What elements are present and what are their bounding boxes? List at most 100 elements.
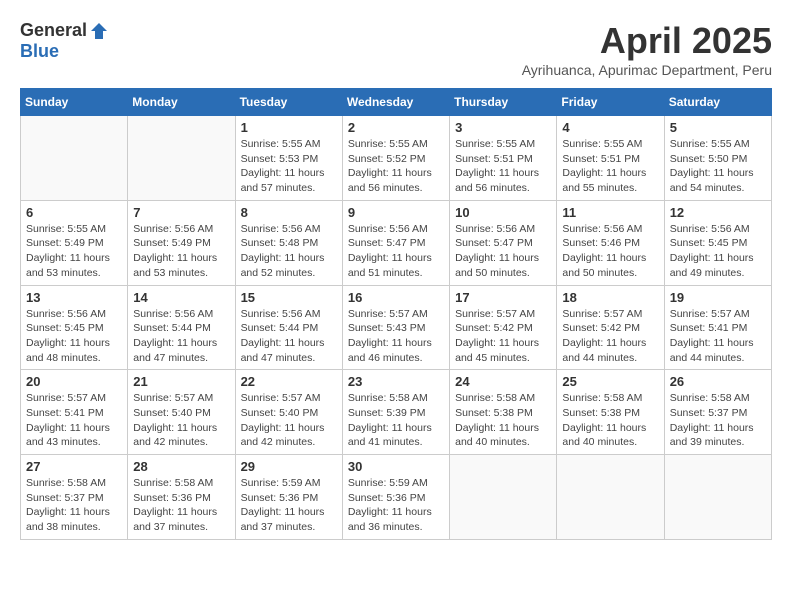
day-number: 21 — [133, 374, 229, 389]
calendar-cell — [664, 455, 771, 540]
calendar-cell: 1 Sunrise: 5:55 AMSunset: 5:53 PMDaylight… — [235, 116, 342, 201]
calendar-cell: 8 Sunrise: 5:56 AMSunset: 5:48 PMDaylight… — [235, 200, 342, 285]
day-info: Sunrise: 5:56 AMSunset: 5:44 PMDaylight:… — [133, 307, 229, 366]
day-number: 4 — [562, 120, 658, 135]
day-of-week-header: Saturday — [664, 89, 771, 116]
day-info: Sunrise: 5:59 AMSunset: 5:36 PMDaylight:… — [241, 476, 337, 535]
calendar-cell: 22 Sunrise: 5:57 AMSunset: 5:40 PMDayligh… — [235, 370, 342, 455]
calendar-header-row: SundayMondayTuesdayWednesdayThursdayFrid… — [21, 89, 772, 116]
calendar-cell: 9 Sunrise: 5:56 AMSunset: 5:47 PMDaylight… — [342, 200, 449, 285]
calendar-cell: 13Sunrise: 5:56 AMSunset: 5:45 PMDayligh… — [21, 285, 128, 370]
day-number: 24 — [455, 374, 551, 389]
title-block: April 2025 Ayrihuanca, Apurimac Departme… — [522, 20, 772, 78]
calendar-cell: 17 Sunrise: 5:57 AMSunset: 5:42 PMDayligh… — [450, 285, 557, 370]
calendar-cell: 10 Sunrise: 5:56 AMSunset: 5:47 PMDayligh… — [450, 200, 557, 285]
day-info: Sunrise: 5:58 AMSunset: 5:37 PMDaylight:… — [670, 391, 766, 450]
logo-blue-text: Blue — [20, 41, 59, 62]
day-number: 16 — [348, 290, 444, 305]
calendar-cell: 29 Sunrise: 5:59 AMSunset: 5:36 PMDayligh… — [235, 455, 342, 540]
day-number: 5 — [670, 120, 766, 135]
day-info: Sunrise: 5:57 AMSunset: 5:42 PMDaylight:… — [455, 307, 551, 366]
day-number: 18 — [562, 290, 658, 305]
day-number: 10 — [455, 205, 551, 220]
day-info: Sunrise: 5:59 AMSunset: 5:36 PMDaylight:… — [348, 476, 444, 535]
calendar-cell — [21, 116, 128, 201]
day-info: Sunrise: 5:58 AMSunset: 5:38 PMDaylight:… — [562, 391, 658, 450]
calendar-week-row: 20 Sunrise: 5:57 AMSunset: 5:41 PMDayligh… — [21, 370, 772, 455]
day-number: 22 — [241, 374, 337, 389]
day-info: Sunrise: 5:57 AMSunset: 5:42 PMDaylight:… — [562, 307, 658, 366]
calendar-cell: 28 Sunrise: 5:58 AMSunset: 5:36 PMDayligh… — [128, 455, 235, 540]
day-number: 8 — [241, 205, 337, 220]
day-info: Sunrise: 5:56 AMSunset: 5:45 PMDaylight:… — [26, 307, 122, 366]
calendar-cell: 6 Sunrise: 5:55 AMSunset: 5:49 PMDaylight… — [21, 200, 128, 285]
calendar-cell: 2 Sunrise: 5:55 AMSunset: 5:52 PMDaylight… — [342, 116, 449, 201]
day-info: Sunrise: 5:56 AMSunset: 5:47 PMDaylight:… — [348, 222, 444, 281]
page-header: General Blue April 2025 Ayrihuanca, Apur… — [20, 20, 772, 78]
location-text: Ayrihuanca, Apurimac Department, Peru — [522, 62, 772, 78]
calendar-cell: 3Sunrise: 5:55 AMSunset: 5:51 PMDaylight… — [450, 116, 557, 201]
day-info: Sunrise: 5:55 AMSunset: 5:50 PMDaylight:… — [670, 137, 766, 196]
day-of-week-header: Monday — [128, 89, 235, 116]
calendar-week-row: 27 Sunrise: 5:58 AMSunset: 5:37 PMDayligh… — [21, 455, 772, 540]
calendar-cell — [450, 455, 557, 540]
day-number: 3 — [455, 120, 551, 135]
day-info: Sunrise: 5:55 AMSunset: 5:51 PMDaylight:… — [562, 137, 658, 196]
day-number: 26 — [670, 374, 766, 389]
calendar-cell: 4 Sunrise: 5:55 AMSunset: 5:51 PMDaylight… — [557, 116, 664, 201]
day-info: Sunrise: 5:56 AMSunset: 5:49 PMDaylight:… — [133, 222, 229, 281]
calendar-cell: 23Sunrise: 5:58 AMSunset: 5:39 PMDayligh… — [342, 370, 449, 455]
day-info: Sunrise: 5:57 AMSunset: 5:40 PMDaylight:… — [241, 391, 337, 450]
day-info: Sunrise: 5:57 AMSunset: 5:41 PMDaylight:… — [26, 391, 122, 450]
day-number: 27 — [26, 459, 122, 474]
calendar-cell — [557, 455, 664, 540]
calendar-week-row: 13Sunrise: 5:56 AMSunset: 5:45 PMDayligh… — [21, 285, 772, 370]
month-title: April 2025 — [522, 20, 772, 62]
day-number: 2 — [348, 120, 444, 135]
day-info: Sunrise: 5:58 AMSunset: 5:36 PMDaylight:… — [133, 476, 229, 535]
calendar-week-row: 6 Sunrise: 5:55 AMSunset: 5:49 PMDaylight… — [21, 200, 772, 285]
calendar-table: SundayMondayTuesdayWednesdayThursdayFrid… — [20, 88, 772, 540]
day-number: 1 — [241, 120, 337, 135]
day-info: Sunrise: 5:56 AMSunset: 5:45 PMDaylight:… — [670, 222, 766, 281]
day-number: 29 — [241, 459, 337, 474]
day-number: 20 — [26, 374, 122, 389]
day-info: Sunrise: 5:55 AMSunset: 5:52 PMDaylight:… — [348, 137, 444, 196]
day-info: Sunrise: 5:57 AMSunset: 5:40 PMDaylight:… — [133, 391, 229, 450]
day-of-week-header: Thursday — [450, 89, 557, 116]
calendar-cell: 16Sunrise: 5:57 AMSunset: 5:43 PMDayligh… — [342, 285, 449, 370]
day-info: Sunrise: 5:56 AMSunset: 5:47 PMDaylight:… — [455, 222, 551, 281]
day-info: Sunrise: 5:58 AMSunset: 5:38 PMDaylight:… — [455, 391, 551, 450]
calendar-cell: 18 Sunrise: 5:57 AMSunset: 5:42 PMDayligh… — [557, 285, 664, 370]
calendar-cell: 7Sunrise: 5:56 AMSunset: 5:49 PMDaylight… — [128, 200, 235, 285]
day-number: 28 — [133, 459, 229, 474]
day-info: Sunrise: 5:57 AMSunset: 5:41 PMDaylight:… — [670, 307, 766, 366]
day-number: 25 — [562, 374, 658, 389]
calendar-cell: 12Sunrise: 5:56 AMSunset: 5:45 PMDayligh… — [664, 200, 771, 285]
day-info: Sunrise: 5:56 AMSunset: 5:46 PMDaylight:… — [562, 222, 658, 281]
day-number: 19 — [670, 290, 766, 305]
day-info: Sunrise: 5:56 AMSunset: 5:48 PMDaylight:… — [241, 222, 337, 281]
day-number: 6 — [26, 205, 122, 220]
calendar-cell: 26 Sunrise: 5:58 AMSunset: 5:37 PMDayligh… — [664, 370, 771, 455]
calendar-cell: 14 Sunrise: 5:56 AMSunset: 5:44 PMDayligh… — [128, 285, 235, 370]
calendar-cell — [128, 116, 235, 201]
calendar-cell: 20 Sunrise: 5:57 AMSunset: 5:41 PMDayligh… — [21, 370, 128, 455]
calendar-cell: 30Sunrise: 5:59 AMSunset: 5:36 PMDayligh… — [342, 455, 449, 540]
calendar-cell: 19 Sunrise: 5:57 AMSunset: 5:41 PMDayligh… — [664, 285, 771, 370]
day-info: Sunrise: 5:58 AMSunset: 5:37 PMDaylight:… — [26, 476, 122, 535]
day-number: 11 — [562, 205, 658, 220]
calendar-cell: 15Sunrise: 5:56 AMSunset: 5:44 PMDayligh… — [235, 285, 342, 370]
calendar-cell: 24 Sunrise: 5:58 AMSunset: 5:38 PMDayligh… — [450, 370, 557, 455]
logo: General Blue — [20, 20, 109, 62]
day-info: Sunrise: 5:55 AMSunset: 5:49 PMDaylight:… — [26, 222, 122, 281]
day-of-week-header: Tuesday — [235, 89, 342, 116]
day-info: Sunrise: 5:58 AMSunset: 5:39 PMDaylight:… — [348, 391, 444, 450]
calendar-cell: 25 Sunrise: 5:58 AMSunset: 5:38 PMDayligh… — [557, 370, 664, 455]
day-info: Sunrise: 5:55 AMSunset: 5:53 PMDaylight:… — [241, 137, 337, 196]
day-number: 14 — [133, 290, 229, 305]
day-number: 17 — [455, 290, 551, 305]
logo-icon — [89, 21, 109, 41]
day-number: 9 — [348, 205, 444, 220]
day-number: 15 — [241, 290, 337, 305]
